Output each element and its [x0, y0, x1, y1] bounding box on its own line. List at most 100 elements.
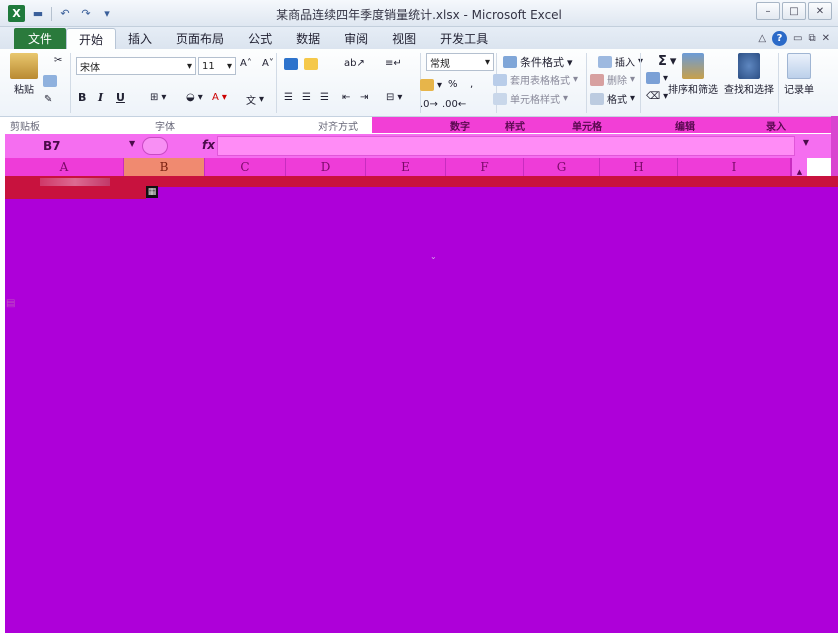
- insert-cells-icon: [598, 55, 612, 68]
- fill-color-button[interactable]: ◒ ▾: [186, 92, 203, 103]
- column-header-g[interactable]: G: [524, 158, 600, 176]
- fill-handle-icon[interactable]: ▦: [146, 186, 158, 198]
- sort-filter-label: 排序和筛选: [668, 85, 718, 96]
- outdent-icon: ⇤: [342, 92, 351, 103]
- insert-cells-button[interactable]: 插入▾: [598, 54, 643, 69]
- workbook-restore-icon[interactable]: ⧉: [808, 33, 815, 44]
- formula-cancel-enter[interactable]: [142, 137, 168, 155]
- group-label-styles: 样式: [505, 122, 525, 133]
- borders-button[interactable]: ⊞ ▾: [150, 92, 166, 103]
- name-box-dropdown-icon[interactable]: ▼: [129, 139, 135, 148]
- column-header-f[interactable]: F: [446, 158, 524, 176]
- italic-button[interactable]: I: [98, 91, 103, 104]
- orientation-icon: ab↗: [344, 58, 365, 69]
- tab-page-layout[interactable]: 页面布局: [164, 28, 236, 49]
- column-header-e[interactable]: E: [366, 158, 446, 176]
- tab-file[interactable]: 文件: [14, 28, 67, 49]
- column-header-h[interactable]: H: [600, 158, 678, 176]
- percent-button[interactable]: %: [448, 79, 458, 90]
- column-header-i[interactable]: I: [678, 158, 791, 176]
- conditional-format-button[interactable]: 条件格式 ▾: [503, 54, 573, 70]
- merge-center-button[interactable]: ⊟ ▾: [386, 92, 402, 103]
- align-left-button[interactable]: ☰: [284, 92, 293, 103]
- align-center-button[interactable]: ☰: [302, 92, 311, 103]
- find-select-button[interactable]: 查找和选择: [724, 53, 774, 96]
- decrease-indent-button[interactable]: ⇤: [342, 92, 350, 103]
- tab-data[interactable]: 数据: [284, 28, 332, 49]
- clear-button[interactable]: ⌫ ▾: [646, 91, 668, 102]
- cell-styles-label: 单元格样式: [510, 95, 560, 106]
- formula-input[interactable]: [217, 136, 795, 156]
- brush-icon: ✎: [44, 94, 53, 105]
- close-button[interactable]: ✕: [808, 2, 832, 20]
- column-header-d[interactable]: D: [286, 158, 366, 176]
- scissors-icon: ✂: [54, 55, 63, 66]
- separator: [276, 53, 277, 113]
- tab-developer[interactable]: 开发工具: [428, 28, 500, 49]
- tab-insert[interactable]: 插入: [116, 28, 164, 49]
- sigma-icon: Σ: [658, 54, 667, 69]
- currency-button[interactable]: ▾: [420, 79, 442, 91]
- help-icon[interactable]: ?: [772, 31, 788, 46]
- align-top-button[interactable]: [284, 58, 298, 70]
- grow-font-icon: A˄: [240, 58, 252, 69]
- format-painter-button[interactable]: ✎: [44, 94, 52, 105]
- sort-filter-button[interactable]: 排序和筛选: [668, 53, 718, 96]
- phonetic-icon: 文: [246, 96, 256, 107]
- worksheet-grid[interactable]: [5, 187, 838, 633]
- underline-button[interactable]: U: [116, 91, 125, 104]
- number-format-combo[interactable]: 常规 ▾: [426, 53, 494, 71]
- minimize-button[interactable]: –: [756, 2, 780, 20]
- ribbon-collapse-icon[interactable]: △: [758, 33, 766, 44]
- delete-cells-button[interactable]: 删除 ▾: [590, 72, 635, 87]
- chevron-down-icon: ▾: [226, 60, 232, 72]
- column-header-b[interactable]: B: [124, 158, 205, 176]
- increase-indent-button[interactable]: ⇥: [360, 92, 368, 103]
- shrink-font-button[interactable]: A˅: [262, 58, 274, 69]
- workbook-close-icon[interactable]: ✕: [822, 33, 830, 44]
- tab-view[interactable]: 视图: [380, 28, 428, 49]
- cell-styles-button[interactable]: 单元格样式 ▾: [493, 91, 568, 106]
- phonetic-button[interactable]: 文 ▾: [246, 92, 264, 107]
- decrease-decimal-button[interactable]: .00←: [442, 99, 466, 110]
- align-right-button[interactable]: ☰: [320, 92, 329, 103]
- cut-button[interactable]: ✂: [54, 55, 62, 66]
- insert-function-icon[interactable]: fx: [202, 138, 215, 152]
- workbook-minimize-icon[interactable]: ▭: [793, 33, 802, 44]
- font-size-combo[interactable]: 11 ▾: [198, 57, 236, 75]
- format-as-table-button[interactable]: 套用表格格式 ▾: [493, 72, 578, 87]
- group-label-clipboard: 剪贴板: [10, 122, 40, 133]
- vertical-scroll-up-icon[interactable]: ▲: [791, 158, 807, 176]
- comma-button[interactable]: ,: [470, 79, 473, 90]
- window-controls: – □ ✕: [756, 2, 832, 20]
- orientation-button[interactable]: ab↗: [344, 58, 365, 69]
- record-sheet-button[interactable]: 记录单: [784, 53, 814, 96]
- format-cells-button[interactable]: 格式 ▾: [590, 91, 635, 106]
- bold-button[interactable]: B: [78, 91, 86, 104]
- align-right-icon: ☰: [320, 92, 329, 103]
- font-color-button[interactable]: A ▾: [212, 92, 227, 103]
- restore-button[interactable]: □: [782, 2, 806, 20]
- fill-bucket-icon: ◒: [186, 92, 195, 103]
- expand-formula-bar-icon[interactable]: ▼: [803, 138, 809, 147]
- column-header-c[interactable]: C: [205, 158, 286, 176]
- tab-review[interactable]: 审阅: [332, 28, 380, 49]
- eraser-icon: ⌫: [646, 91, 661, 102]
- font-color-icon: A: [212, 92, 219, 103]
- align-middle-button[interactable]: [304, 58, 318, 70]
- tab-formulas[interactable]: 公式: [236, 28, 284, 49]
- tab-home[interactable]: 开始: [66, 28, 117, 49]
- grow-font-button[interactable]: A˄: [240, 58, 252, 69]
- name-box[interactable]: B7: [5, 136, 140, 156]
- paste-button[interactable]: 粘贴: [10, 53, 38, 96]
- delete-cells-icon: [590, 73, 604, 86]
- increase-decimal-button[interactable]: .0→: [420, 99, 438, 110]
- wrap-text-button[interactable]: ≡↵: [385, 58, 402, 69]
- increase-decimal-icon: .0→: [420, 99, 438, 110]
- column-header-a[interactable]: A: [5, 158, 124, 176]
- font-name-combo[interactable]: 宋体 ▾: [76, 57, 196, 75]
- indent-icon: ⇥: [360, 92, 369, 103]
- fill-button[interactable]: ▾: [646, 72, 668, 84]
- ribbon-right-controls: △ ? ▭ ⧉ ✕: [758, 31, 830, 46]
- copy-button[interactable]: [43, 75, 57, 87]
